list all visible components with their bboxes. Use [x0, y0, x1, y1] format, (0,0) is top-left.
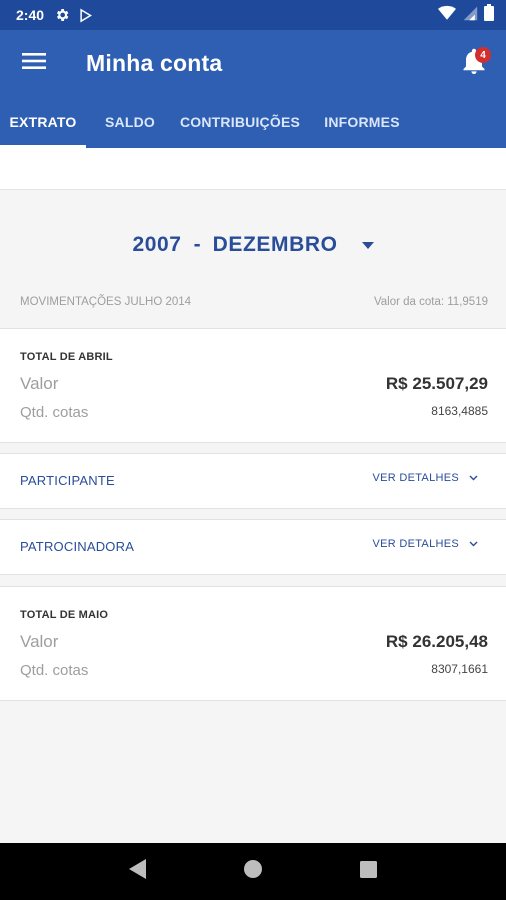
details-label: VER DETALHES: [372, 472, 459, 484]
menu-button[interactable]: [6, 35, 62, 91]
total-value: R$ 26.205,48: [385, 632, 488, 651]
content-area: 2007 - DEZEMBRO MOVIMENTAÇÕES JULHO 2014…: [0, 148, 506, 843]
total-title: TOTAL DE MAIO: [20, 609, 109, 621]
movements-row: MOVIMENTAÇÕES JULHO 2014 Valor da cota: …: [20, 296, 488, 308]
notification-badge: 4: [475, 47, 491, 63]
wifi-icon: [438, 5, 456, 26]
section-label: PARTICIPANTE: [20, 473, 115, 488]
total-title: TOTAL DE ABRIL: [20, 351, 113, 363]
quotas-value: 8307,1661: [431, 662, 488, 676]
period-month: DEZEMBRO: [212, 233, 338, 256]
tab-informes[interactable]: INFORMES: [306, 96, 418, 148]
status-bar: 2:40: [0, 0, 506, 30]
period-selector[interactable]: 2007 - DEZEMBRO: [0, 210, 506, 280]
total-card-april: TOTAL DE ABRIL Valor R$ 25.507,29 Qtd. c…: [0, 328, 506, 443]
app-bar: Minha conta 4: [0, 30, 506, 96]
period-year: 2007: [132, 233, 182, 256]
details-button-participante[interactable]: VER DETALHES: [372, 472, 478, 484]
total-card-may: TOTAL DE MAIO Valor R$ 26.205,48 Qtd. co…: [0, 586, 506, 701]
details-label: VER DETALHES: [372, 538, 459, 550]
back-triangle-icon: [128, 859, 147, 884]
tab-contribuicoes[interactable]: CONTRIBUIÇÕES: [174, 96, 306, 148]
movements-label: MOVIMENTAÇÕES JULHO 2014: [20, 296, 192, 308]
quotas-label: Qtd. cotas: [20, 662, 89, 679]
home-button[interactable]: [229, 848, 277, 896]
details-button-patrocinadora[interactable]: VER DETALHES: [372, 538, 478, 550]
section-participante[interactable]: PARTICIPANTE VER DETALHES: [0, 453, 506, 509]
recents-square-icon: [359, 860, 377, 883]
section-patrocinadora[interactable]: PATROCINADORA VER DETALHES: [0, 519, 506, 575]
notifications-button[interactable]: 4: [450, 39, 498, 87]
home-circle-icon: [243, 860, 262, 883]
chevron-down-icon: [469, 541, 478, 547]
tab-bar: EXTRATO SALDO CONTRIBUIÇÕES INFORMES: [0, 96, 506, 148]
chevron-down-icon: [469, 475, 478, 481]
quotas-label: Qtd. cotas: [20, 404, 89, 421]
battery-icon: [484, 4, 494, 26]
back-button[interactable]: [114, 848, 162, 896]
status-time: 2:40: [16, 7, 45, 23]
section-label: PATROCINADORA: [20, 539, 135, 554]
tab-saldo[interactable]: SALDO: [86, 96, 174, 148]
gear-icon: [54, 7, 70, 23]
value-label: Valor: [20, 374, 59, 393]
caret-down-icon: [361, 241, 374, 249]
quotas-value: 8163,4885: [431, 404, 488, 418]
play-store-icon: [78, 8, 93, 23]
system-nav-bar: [0, 843, 506, 900]
top-strip: [0, 148, 506, 190]
quota-value: Valor da cota: 11,9519: [373, 296, 488, 308]
value-label: Valor: [20, 632, 59, 651]
page-title: Minha conta: [86, 49, 223, 76]
tab-extrato[interactable]: EXTRATO: [0, 96, 86, 148]
signal-icon: [462, 5, 478, 26]
total-value: R$ 25.507,29: [385, 374, 488, 393]
recents-button[interactable]: [344, 848, 392, 896]
menu-icon: [22, 52, 46, 75]
period-separator: -: [193, 233, 201, 256]
